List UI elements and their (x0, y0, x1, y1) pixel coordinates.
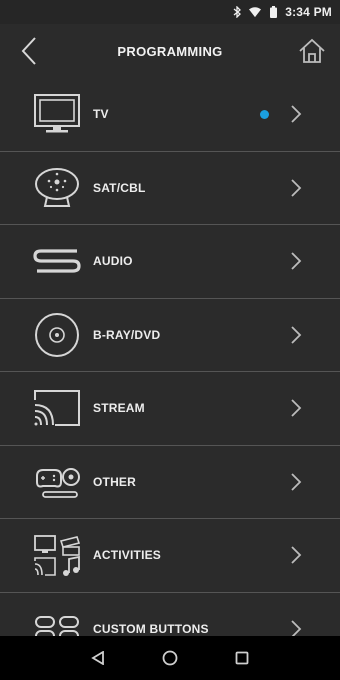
device-label: TV (93, 107, 109, 122)
device-row-custom-buttons[interactable]: CUSTOM BUTTONS (0, 592, 340, 636)
device-row-tv[interactable]: TV (0, 78, 340, 152)
chevron-right-icon (288, 250, 304, 272)
chevron-right-icon (288, 177, 304, 199)
device-row-audio[interactable]: AUDIO (0, 225, 340, 299)
chevron-right-icon (288, 471, 304, 493)
stream-icon (32, 383, 82, 433)
device-row-stream[interactable]: STREAM (0, 372, 340, 446)
bluetooth-icon (231, 6, 243, 18)
status-bar: 3:34 PM (0, 0, 340, 24)
wifi-icon (249, 6, 262, 18)
header: PROGRAMMING (0, 24, 340, 78)
device-row-activities[interactable]: ACTIVITIES (0, 519, 340, 593)
device-row-other[interactable]: OTHER (0, 445, 340, 519)
home-icon[interactable] (294, 34, 330, 68)
device-label: OTHER (93, 474, 136, 489)
device-list: TV SAT/CBL AUDIO B-RAY/DVD STREAM OTHER … (0, 78, 340, 636)
page-title: PROGRAMMING (117, 43, 223, 59)
nav-home-icon[interactable] (158, 646, 182, 670)
satellite-icon (32, 163, 82, 213)
back-chevron-icon[interactable] (12, 34, 46, 68)
custom-buttons-icon (32, 604, 82, 636)
device-row-sat-cbl[interactable]: SAT/CBL (0, 151, 340, 225)
chevron-right-icon (288, 618, 304, 636)
audio-icon (32, 236, 82, 286)
chevron-right-icon (288, 397, 304, 419)
device-label: SAT/CBL (93, 180, 146, 195)
device-row-bray-dvd[interactable]: B-RAY/DVD (0, 298, 340, 372)
device-label: STREAM (93, 401, 145, 416)
activities-icon (32, 530, 82, 580)
chevron-right-icon (288, 544, 304, 566)
nav-back-icon[interactable] (86, 646, 110, 670)
device-label: CUSTOM BUTTONS (93, 621, 209, 636)
nav-recents-icon[interactable] (230, 646, 254, 670)
device-label: B-RAY/DVD (93, 327, 161, 342)
status-indicator-dot (260, 109, 269, 119)
device-label: AUDIO (93, 254, 133, 269)
status-time: 3:34 PM (285, 5, 332, 19)
tv-icon (32, 89, 82, 139)
chevron-right-icon (288, 324, 304, 346)
device-label: ACTIVITIES (93, 548, 162, 563)
gamepad-icon (32, 457, 82, 507)
battery-icon (267, 6, 279, 18)
disc-icon (32, 310, 82, 360)
chevron-right-icon (288, 103, 304, 125)
system-nav-bar (0, 636, 340, 680)
